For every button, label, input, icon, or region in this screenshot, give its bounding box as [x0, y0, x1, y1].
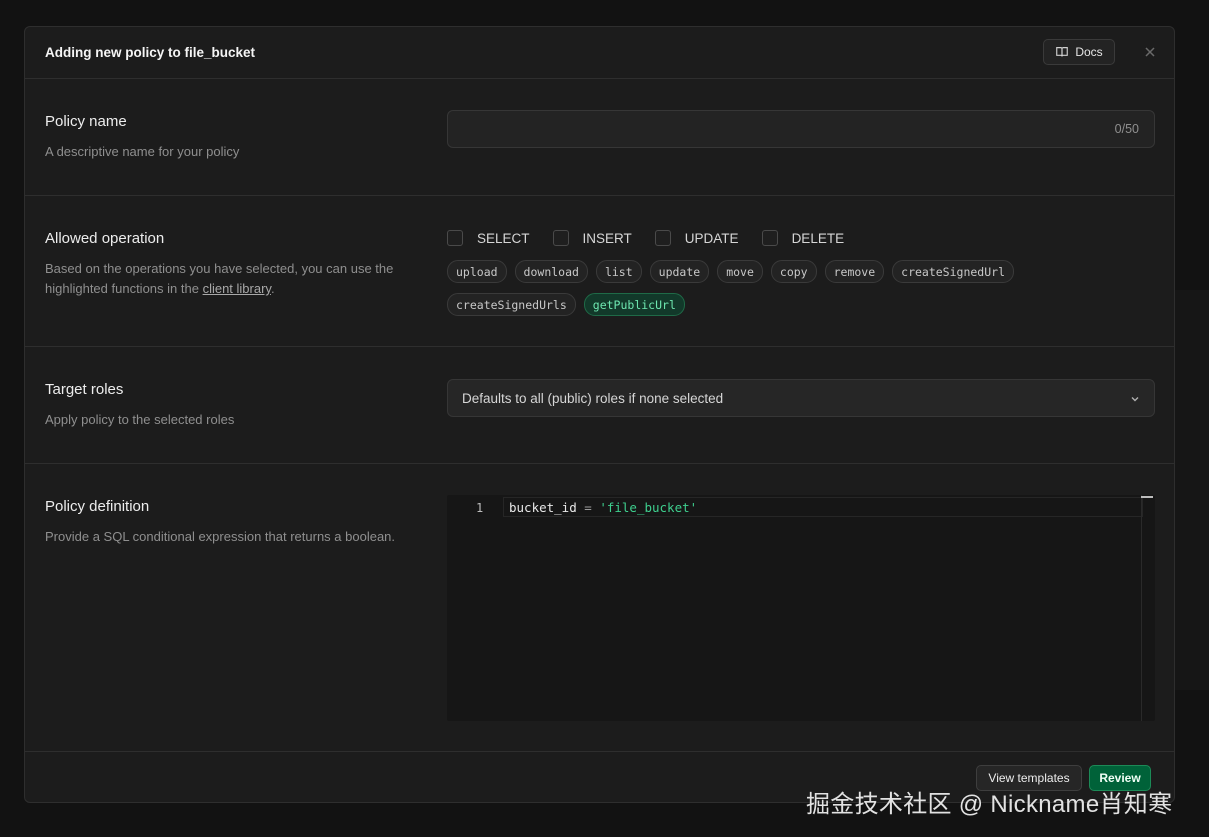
chevron-down-icon — [1131, 397, 1139, 402]
policy-name-description: A descriptive name for your policy — [45, 144, 240, 159]
policy-definition-description: Provide a SQL conditional expression tha… — [45, 529, 396, 544]
select-checkbox[interactable] — [447, 230, 463, 246]
modal-title: Adding new policy to file_bucket — [45, 45, 256, 60]
function-pill-upload: upload — [447, 260, 507, 283]
sql-editor[interactable]: 1 bucket_id = 'file_bucket' — [447, 495, 1155, 721]
target-roles-section: Target roles Apply policy to the selecte… — [25, 347, 1174, 464]
close-icon — [1145, 47, 1155, 57]
operations-row: SELECT INSERT UPDATE DELETE — [447, 228, 1155, 248]
target-roles-description: Apply policy to the selected roles — [45, 412, 235, 427]
function-pills: upload download list update move copy re… — [447, 260, 1067, 326]
close-button[interactable] — [1141, 43, 1159, 61]
policy-modal: Adding new policy to file_bucket Docs Po… — [24, 26, 1175, 803]
function-pill-remove: remove — [824, 260, 885, 283]
function-pill-download: download — [514, 260, 588, 283]
allowed-operation-section: Allowed operation Based on the operation… — [25, 196, 1174, 347]
docs-label: Docs — [1075, 45, 1103, 59]
operation-delete[interactable]: DELETE — [761, 230, 844, 246]
function-pill-copy: copy — [770, 260, 817, 283]
operation-update[interactable]: UPDATE — [654, 230, 739, 246]
client-library-link[interactable]: client library — [203, 281, 271, 296]
function-pill-createsignedurls: createSignedUrls — [447, 293, 576, 316]
line-number: 1 — [476, 501, 484, 515]
function-pill-move: move — [717, 260, 763, 283]
modal-header: Adding new policy to file_bucket Docs — [25, 27, 1174, 79]
insert-checkbox[interactable] — [552, 230, 569, 246]
update-checkbox[interactable] — [654, 230, 671, 246]
operation-select[interactable]: SELECT — [447, 230, 530, 246]
backdrop — [1175, 290, 1209, 690]
policy-definition-section: Policy definition Provide a SQL conditio… — [25, 464, 1174, 752]
target-roles-title: Target roles — [45, 381, 124, 398]
operation-insert[interactable]: INSERT — [552, 230, 632, 246]
policy-definition-title: Policy definition — [45, 498, 150, 515]
character-counter: 0/50 — [1114, 122, 1139, 136]
policy-name-input[interactable]: 0/50 — [447, 110, 1155, 148]
function-pill-update: update — [649, 260, 710, 283]
function-pill-list: list — [595, 260, 642, 283]
delete-checkbox[interactable] — [761, 230, 778, 246]
book-icon — [1056, 47, 1069, 57]
editor-scrollbar[interactable] — [1141, 495, 1155, 721]
allowed-operation-description: Based on the operations you have selecte… — [45, 261, 394, 296]
policy-name-section: Policy name A descriptive name for your … — [25, 79, 1174, 196]
code-line[interactable]: bucket_id = 'file_bucket' — [509, 500, 697, 515]
function-pill-getpublicurl: getPublicUrl — [583, 293, 685, 316]
roles-select-value: Defaults to all (public) roles if none s… — [462, 390, 724, 406]
function-pill-createsignedurl: createSignedUrl — [892, 260, 1014, 283]
allowed-operation-title: Allowed operation — [45, 230, 165, 247]
watermark: 掘金技术社区 @ Nickname肖知寒 — [806, 791, 1173, 818]
docs-button[interactable]: Docs — [1043, 39, 1115, 65]
policy-name-title: Policy name — [45, 113, 127, 130]
scroll-marker — [1141, 496, 1153, 498]
roles-select[interactable]: Defaults to all (public) roles if none s… — [447, 379, 1155, 417]
